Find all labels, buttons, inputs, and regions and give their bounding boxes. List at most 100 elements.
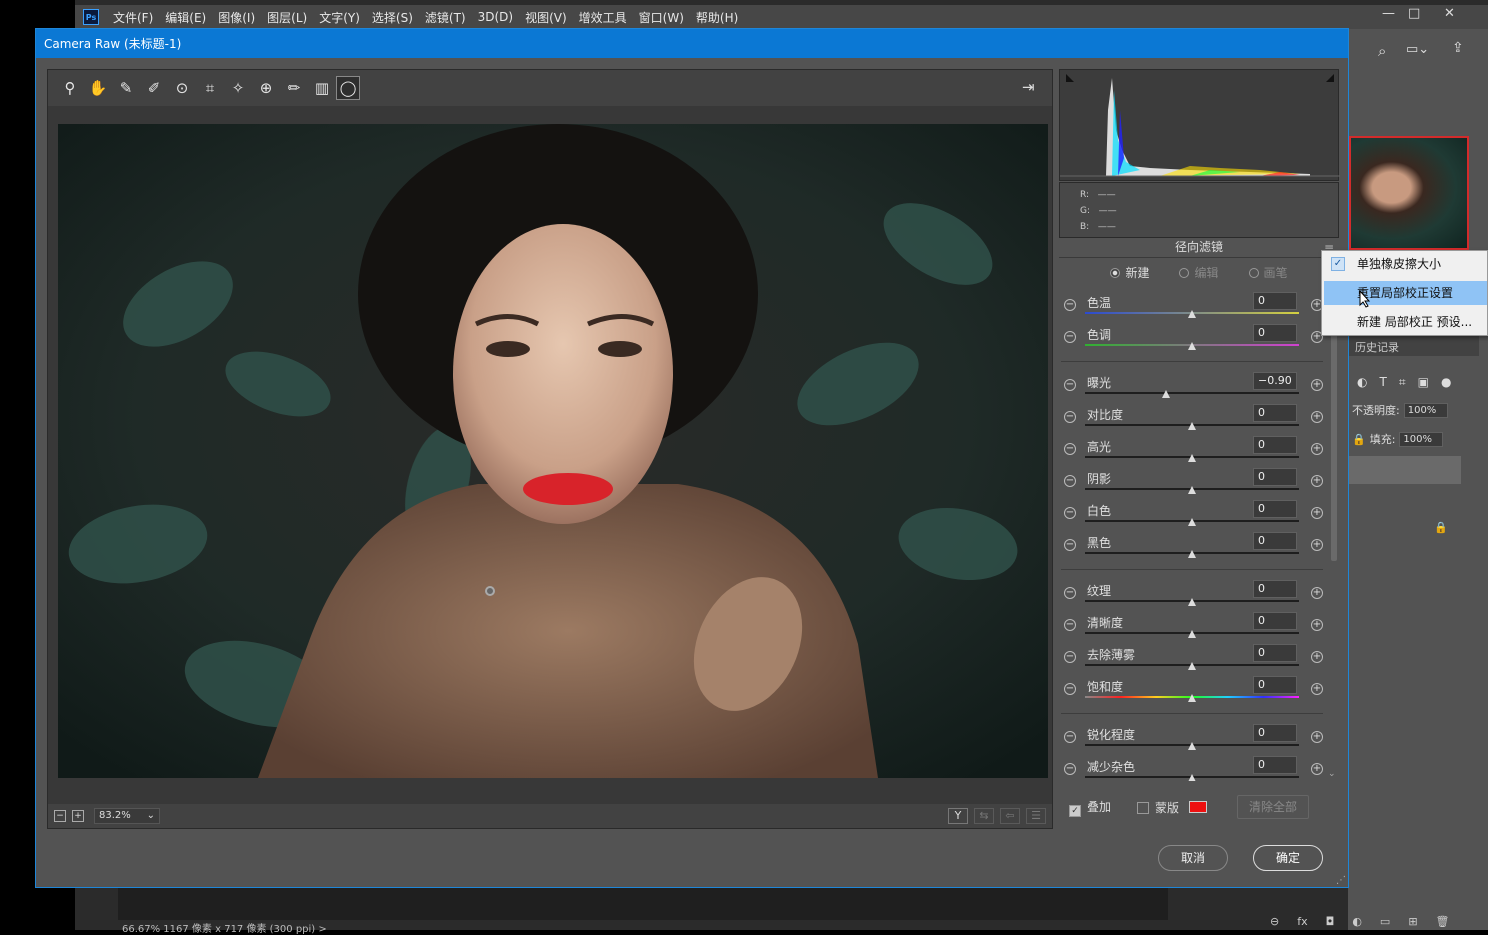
plus-icon[interactable]: + [1311, 651, 1323, 663]
slider-value-field[interactable]: 0 [1253, 676, 1297, 694]
color-sampler-icon[interactable]: ✐ [140, 76, 168, 100]
mode-brush-radio[interactable]: 画笔 [1248, 264, 1288, 281]
slider-value-field[interactable]: 0 [1253, 580, 1297, 598]
minus-icon[interactable]: − [1064, 651, 1076, 663]
before-after-toggle[interactable]: Y [948, 808, 968, 824]
open-preferences-icon[interactable]: ⇥ [1022, 78, 1035, 96]
layer-row[interactable] [1349, 456, 1461, 484]
menu-3d[interactable]: 3D(D) [478, 10, 513, 24]
plus-icon[interactable]: + [1311, 507, 1323, 519]
menu-plugins[interactable]: 增效工具 [579, 9, 627, 26]
slider-thumb[interactable] [1188, 550, 1196, 558]
zoom-icon[interactable]: ⚲ [56, 76, 84, 100]
slider-track[interactable] [1085, 392, 1299, 394]
slider-thumb[interactable] [1188, 486, 1196, 494]
slider-thumb[interactable] [1188, 774, 1196, 781]
copy-settings-icon[interactable]: ⇦ [1000, 808, 1020, 824]
plus-icon[interactable]: + [1311, 379, 1323, 391]
slider-thumb[interactable] [1188, 694, 1196, 702]
minus-icon[interactable]: − [1064, 299, 1076, 311]
fx-icon[interactable]: fx [1297, 915, 1307, 930]
radial-filter-pin[interactable] [485, 586, 495, 596]
swap-icon[interactable]: ⇆ [974, 808, 994, 824]
slider-value-field[interactable]: 0 [1253, 724, 1297, 742]
slider-value-field[interactable]: −0.90 [1253, 372, 1297, 390]
adjust-icon[interactable]: ◐ [1352, 915, 1362, 930]
ok-button[interactable]: 确定 [1253, 845, 1323, 871]
clear-all-button[interactable]: 清除全部 [1237, 795, 1310, 819]
slider-value-field[interactable]: 0 [1253, 500, 1297, 518]
new-layer-icon[interactable]: ⊞ [1408, 915, 1417, 930]
minus-icon[interactable]: − [1064, 507, 1076, 519]
slider-value-field[interactable]: 0 [1253, 756, 1297, 774]
hand-icon[interactable]: ✋ [84, 76, 112, 100]
menu-select[interactable]: 选择(S) [372, 9, 413, 26]
plus-icon[interactable]: + [1311, 475, 1323, 487]
minus-icon[interactable]: − [1064, 475, 1076, 487]
red-eye-icon[interactable]: ⊕ [252, 76, 280, 100]
minus-icon[interactable]: − [1064, 443, 1076, 455]
plus-icon[interactable]: + [1311, 587, 1323, 599]
mode-new-radio[interactable]: 新建 [1110, 264, 1149, 281]
menu-file[interactable]: 文件(F) [113, 9, 153, 26]
tab-history[interactable]: 历史记录 [1349, 336, 1479, 356]
slider-value-field[interactable]: 0 [1253, 404, 1297, 422]
target-adjust-icon[interactable]: ⊙ [168, 76, 196, 100]
plus-icon[interactable]: + [1311, 443, 1323, 455]
zoom-select[interactable]: 83.2% ⌄ [94, 808, 160, 824]
zoom-out-button[interactable]: − [54, 810, 66, 822]
slider-thumb[interactable] [1188, 422, 1196, 430]
slider-value-field[interactable]: 0 [1253, 292, 1297, 310]
white-balance-icon[interactable]: ✎ [112, 76, 140, 100]
adjustment-filter-icon[interactable]: ◐ [1357, 375, 1367, 389]
plus-icon[interactable]: + [1311, 411, 1323, 423]
type-filter-icon[interactable]: T [1379, 375, 1386, 389]
menu-window[interactable]: 窗口(W) [639, 9, 684, 26]
slider-thumb[interactable] [1188, 454, 1196, 462]
crop-icon[interactable]: ⌗ [196, 76, 224, 100]
search-icon[interactable]: ⌕ [1378, 42, 1386, 60]
link-icon[interactable]: ⊖ [1270, 915, 1279, 930]
shape-filter-icon[interactable]: ⌗ [1399, 375, 1406, 390]
mask-icon[interactable]: ◘ [1326, 915, 1335, 930]
preview-settings-icon[interactable]: ☰ [1026, 808, 1046, 824]
trash-icon[interactable]: 🗑 [1436, 915, 1450, 930]
close-button[interactable]: ✕ [1444, 6, 1455, 21]
fill-field[interactable]: 100% [1399, 431, 1444, 447]
spot-removal-icon[interactable]: ✧ [224, 76, 252, 100]
plus-icon[interactable]: + [1311, 619, 1323, 631]
slider-thumb[interactable] [1188, 342, 1196, 350]
menu-image[interactable]: 图像(I) [218, 9, 255, 26]
menu-help[interactable]: 帮助(H) [696, 9, 738, 26]
slider-value-field[interactable]: 0 [1253, 324, 1297, 342]
smart-filter-icon[interactable]: ▣ [1418, 375, 1429, 389]
restore-button[interactable]: □ [1408, 6, 1420, 21]
minus-icon[interactable]: − [1064, 331, 1076, 343]
minus-icon[interactable]: − [1064, 763, 1076, 775]
opacity-field[interactable]: 100% [1403, 402, 1448, 418]
minus-icon[interactable]: − [1064, 587, 1076, 599]
menu-edit[interactable]: 编辑(E) [165, 9, 206, 26]
zoom-in-button[interactable]: + [72, 810, 84, 822]
folder-icon[interactable]: ▭ [1380, 915, 1390, 930]
slider-value-field[interactable]: 0 [1253, 436, 1297, 454]
scroll-down-icon[interactable]: ⌄ [1328, 769, 1336, 779]
minus-icon[interactable]: − [1064, 683, 1076, 695]
mask-color-swatch[interactable] [1189, 801, 1208, 813]
minus-icon[interactable]: − [1064, 619, 1076, 631]
plus-icon[interactable]: + [1311, 763, 1323, 775]
plus-icon[interactable]: + [1311, 731, 1323, 743]
slider-thumb[interactable] [1188, 518, 1196, 526]
photo-preview[interactable] [58, 124, 1048, 778]
slider-value-field[interactable]: 0 [1253, 612, 1297, 630]
slider-thumb[interactable] [1188, 662, 1196, 670]
menu-view[interactable]: 视图(V) [525, 9, 567, 26]
minus-icon[interactable]: − [1064, 539, 1076, 551]
slider-value-field[interactable]: 0 [1253, 532, 1297, 550]
mode-edit-radio[interactable]: 编辑 [1179, 264, 1219, 281]
minimize-button[interactable]: — [1382, 6, 1395, 21]
slider-thumb[interactable] [1188, 742, 1196, 750]
menu-item-reset-local[interactable]: 重置局部校正设置 [1324, 281, 1487, 305]
radial-filter-icon[interactable]: ◯ [336, 76, 360, 100]
minus-icon[interactable]: − [1064, 379, 1076, 391]
